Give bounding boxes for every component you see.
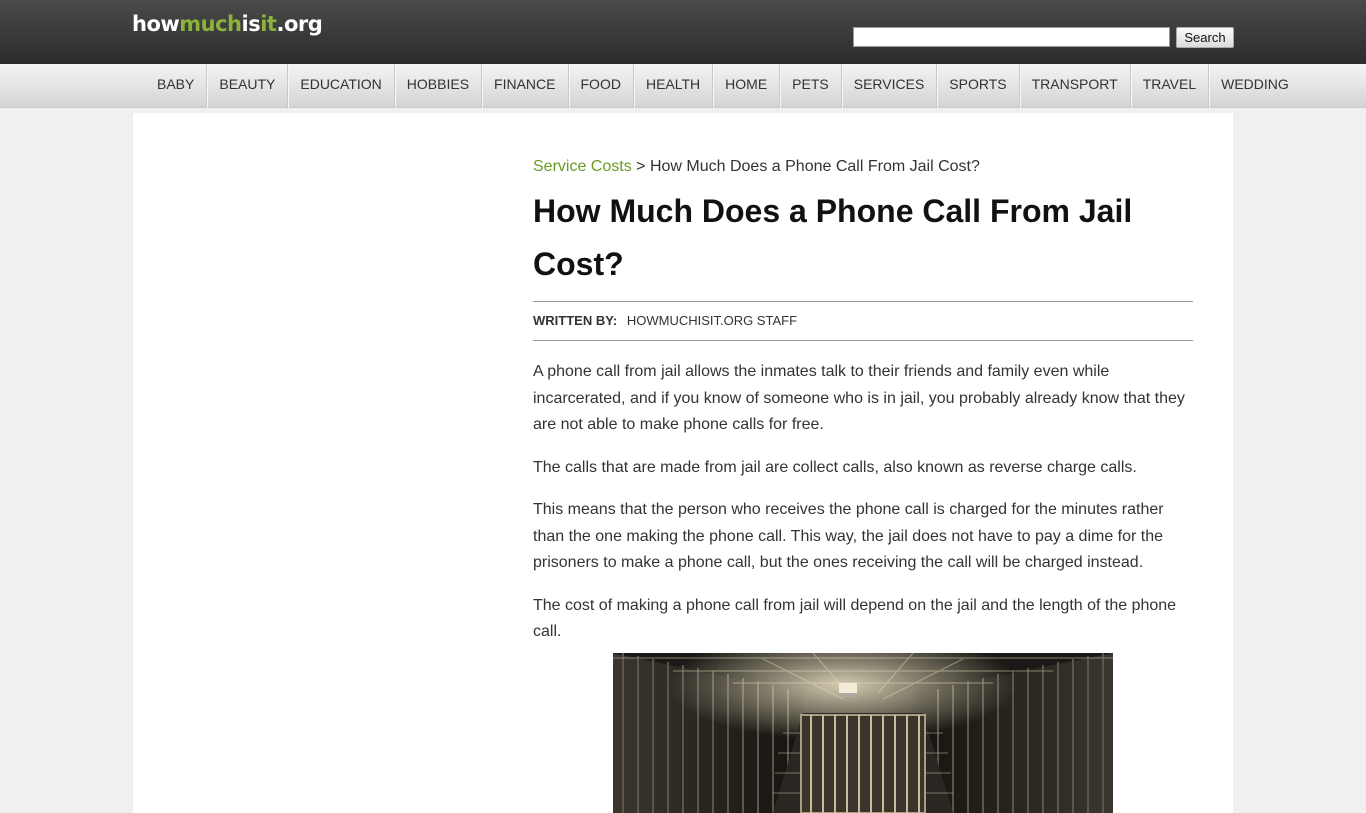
site-header: howmuchisit.org Search	[0, 0, 1366, 64]
page-title: How Much Does a Phone Call From Jail Cos…	[533, 193, 1133, 282]
nav-item-health[interactable]: HEALTH	[634, 64, 714, 108]
site-logo[interactable]: howmuchisit.org	[132, 12, 323, 36]
nav-item-transport[interactable]: TRANSPORT	[1020, 64, 1131, 108]
logo-part-how: how	[132, 12, 180, 36]
byline: WRITTEN BY: HOWMUCHISIT.ORG STAFF	[533, 301, 1193, 341]
content-panel: Service Costs > How Much Does a Phone Ca…	[133, 113, 1233, 813]
search-input[interactable]	[853, 27, 1170, 47]
nav-item-baby[interactable]: BABY	[145, 64, 208, 108]
nav-item-beauty[interactable]: BEAUTY	[207, 64, 289, 108]
logo-part-much: much	[179, 12, 242, 36]
breadcrumb-separator: >	[636, 158, 646, 175]
nav-item-pets[interactable]: PETS	[780, 64, 842, 108]
byline-label: WRITTEN BY:	[533, 313, 618, 328]
article-paragraph: A phone call from jail allows the inmate…	[533, 363, 1185, 433]
jail-corridor-illustration	[613, 653, 1113, 813]
breadcrumb-link-service-costs[interactable]: Service Costs	[533, 158, 632, 175]
jail-corridor-image	[613, 653, 1113, 813]
nav-item-sports[interactable]: SPORTS	[937, 64, 1020, 108]
logo-part-is: is	[241, 12, 261, 36]
category-nav-list: BABY BEAUTY EDUCATION HOBBIES FINANCE FO…	[145, 64, 1301, 108]
article-paragraph: This means that the person who receives …	[533, 501, 1164, 571]
nav-item-wedding[interactable]: WEDDING	[1209, 64, 1301, 108]
article-paragraph: The cost of making a phone call from jai…	[533, 596, 1177, 641]
article-paragraph: The calls that are made from jail are co…	[533, 458, 1137, 476]
article: Service Costs > How Much Does a Phone Ca…	[533, 113, 1193, 813]
search-form: Search	[853, 27, 1234, 48]
nav-item-finance[interactable]: FINANCE	[482, 64, 569, 108]
byline-author: HOWMUCHISIT.ORG STAFF	[626, 313, 798, 328]
logo-part-it: it	[260, 12, 277, 36]
nav-item-travel[interactable]: TRAVEL	[1131, 64, 1210, 108]
nav-item-services[interactable]: SERVICES	[842, 64, 938, 108]
logo-part-org: .org	[276, 12, 323, 36]
nav-item-food[interactable]: FOOD	[569, 64, 634, 108]
nav-item-education[interactable]: EDUCATION	[288, 64, 395, 108]
nav-item-home[interactable]: HOME	[713, 64, 781, 108]
search-button[interactable]: Search	[1176, 27, 1234, 48]
breadcrumb-current: How Much Does a Phone Call From Jail Cos…	[649, 158, 980, 175]
breadcrumb: Service Costs > How Much Does a Phone Ca…	[533, 158, 1193, 176]
nav-item-hobbies[interactable]: HOBBIES	[395, 64, 483, 108]
